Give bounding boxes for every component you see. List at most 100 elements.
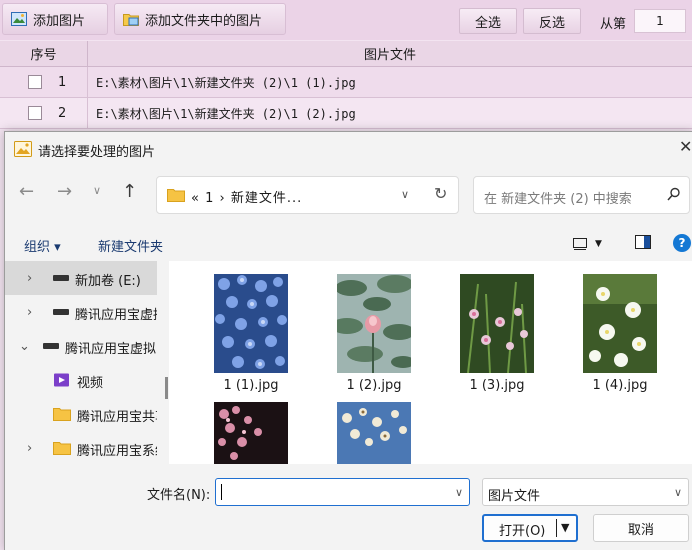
file-name[interactable]: 1 (1).jpg (211, 378, 291, 393)
chevron-down-icon[interactable]: ⌄ (19, 339, 30, 354)
image-thumbnail-lotus (337, 274, 411, 373)
folder-icon (53, 408, 71, 421)
table-header: 序号 图片文件 (0, 41, 692, 67)
close-icon[interactable]: ✕ (679, 137, 692, 156)
search-input[interactable]: 在 新建文件夹 (2) 中搜索 (484, 188, 632, 207)
nav-item-drive-e[interactable]: › 新加卷 (E:) (5, 261, 157, 295)
refresh-icon[interactable]: ↻ (434, 184, 447, 203)
file-item[interactable] (214, 274, 288, 373)
image-thumbnail-blue-flowers (214, 274, 288, 373)
image-thumbnail-pink-blossoms (214, 402, 288, 464)
file-list: 1 (1).jpg 1 (2).jpg 1 (3).jpg 1 (4).jpg (175, 261, 692, 464)
filename-input[interactable]: ∨ (215, 478, 470, 506)
open-button-label: 打开(O) (499, 524, 546, 539)
nav-item-tencent-system[interactable]: › 腾讯应用宝系统 (5, 431, 157, 465)
video-library-icon (54, 373, 69, 387)
address-breadcrumb[interactable]: « 1 › 新建文件... (191, 187, 302, 206)
image-thumbnail-white-flowers (583, 274, 657, 373)
dialog-titlebar[interactable]: 请选择要处理的图片 ✕ (5, 132, 692, 165)
file-name[interactable]: 1 (2).jpg (334, 378, 414, 393)
search-icon[interactable] (667, 187, 681, 203)
new-folder-button[interactable]: 新建文件夹 (98, 236, 163, 255)
table-row[interactable]: 2 E:\素材\图片\1\新建文件夹 (2)\1 (2).jpg (0, 98, 692, 129)
chevron-down-icon[interactable]: ∨ (401, 188, 409, 201)
app-toolbar: 添加图片 添加文件夹中的图片 全选 反选 从第 1 (0, 0, 692, 40)
row-number: 1 (58, 74, 67, 90)
add-images-button[interactable]: 添加图片 (2, 3, 108, 35)
chevron-right-icon[interactable]: › (27, 305, 32, 320)
file-type-value: 图片文件 (488, 489, 541, 504)
column-header-no[interactable]: 序号 (0, 41, 88, 66)
drive-icon (53, 309, 69, 315)
add-folder-images-label: 添加文件夹中的图片 (145, 13, 263, 29)
folder-icon (167, 189, 185, 202)
organize-menu[interactable]: 组织 ▾ (24, 236, 61, 255)
chevron-right-icon[interactable]: › (27, 441, 32, 456)
address-bar[interactable]: « 1 › 新建文件... ∨ ↻ (156, 176, 459, 214)
select-all-button[interactable]: 全选 (459, 8, 517, 34)
row-file-path: E:\素材\图片\1\新建文件夹 (2)\1 (1).jpg (96, 75, 356, 90)
file-type-select[interactable]: 图片文件 ∨ (482, 478, 689, 506)
file-item[interactable] (337, 402, 411, 464)
text-caret (221, 484, 222, 500)
row-number: 2 (58, 105, 67, 121)
nav-item-label: 腾讯应用宝共享 (77, 410, 157, 425)
cancel-button[interactable]: 取消 (593, 514, 689, 542)
command-bar: 组织 ▾ 新建文件夹 ▼ ? (5, 225, 692, 261)
chevron-down-icon[interactable]: ∨ (674, 486, 682, 499)
table-row[interactable]: 1 E:\素材\图片\1\新建文件夹 (2)\1 (1).jpg (0, 67, 692, 98)
image-thumbnail-white-blossoms (337, 402, 411, 464)
file-item[interactable] (214, 402, 288, 464)
from-number-input[interactable]: 1 (634, 9, 686, 33)
chevron-down-icon[interactable]: ∨ (455, 486, 463, 499)
filename-label: 文件名(N): (147, 488, 211, 503)
file-item[interactable] (583, 274, 657, 373)
dialog-bottom-bar: 文件名(N): ∨ 图片文件 ∨ 打开(O) ▼ 取消 (5, 464, 692, 550)
image-table: 序号 图片文件 1 E:\素材\图片\1\新建文件夹 (2)\1 (1).jpg… (0, 41, 692, 129)
nav-item-tencent-virtual-2[interactable]: ⌄ 腾讯应用宝虚拟 (5, 329, 157, 363)
navigation-pane-scrollbar[interactable] (165, 377, 168, 399)
navigation-bar: ← → ∨ ↑ « 1 › 新建文件... ∨ ↻ 在 新建文件夹 (2) 中搜… (5, 165, 692, 225)
open-dropdown-icon[interactable]: ▼ (561, 521, 569, 534)
nav-item-tencent-shared[interactable]: 腾讯应用宝共享 (5, 397, 157, 431)
image-thumbnail-green-flowers (460, 274, 534, 373)
file-item[interactable] (460, 274, 534, 373)
nav-item-label: 腾讯应用宝系统 (77, 444, 157, 459)
help-icon[interactable]: ? (673, 234, 691, 252)
nav-item-label: 腾讯应用宝虚拟 (65, 342, 157, 357)
dialog-title: 请选择要处理的图片 (38, 145, 156, 160)
row-checkbox[interactable] (28, 106, 42, 120)
nav-item-label: 新加卷 (E:) (75, 274, 141, 289)
search-box[interactable]: 在 新建文件夹 (2) 中搜索 (473, 176, 690, 214)
file-open-dialog: 请选择要处理的图片 ✕ ← → ∨ ↑ « 1 › 新建文件... ∨ ↻ 在 … (4, 131, 692, 550)
view-dropdown-icon: ▼ (595, 239, 602, 249)
recent-locations-chevron-icon[interactable]: ∨ (93, 184, 101, 197)
add-folder-images-button[interactable]: 添加文件夹中的图片 (114, 3, 286, 35)
drive-icon (43, 343, 59, 349)
back-arrow-icon[interactable]: ← (19, 181, 34, 202)
forward-arrow-icon[interactable]: → (57, 181, 72, 202)
column-header-file[interactable]: 图片文件 (88, 41, 692, 66)
split-divider (556, 519, 557, 537)
file-item[interactable] (337, 274, 411, 373)
folder-icon (53, 442, 71, 455)
open-button[interactable]: 打开(O) ▼ (482, 514, 578, 542)
file-name[interactable]: 1 (4).jpg (580, 378, 660, 393)
image-icon (14, 141, 32, 157)
preview-pane-icon[interactable] (635, 235, 651, 249)
invert-selection-button[interactable]: 反选 (523, 8, 581, 34)
row-checkbox[interactable] (28, 75, 42, 89)
row-number-cell: 1 (0, 67, 88, 97)
nav-item-tencent-virtual-1[interactable]: › 腾讯应用宝虚拟 (5, 295, 157, 329)
navigation-pane: › 新加卷 (E:) › 腾讯应用宝虚拟 ⌄ 腾讯应用宝虚拟 视频 腾讯应用宝共… (5, 261, 169, 464)
add-image-icon (11, 12, 27, 26)
nav-item-label: 腾讯应用宝虚拟 (75, 308, 157, 323)
add-images-label: 添加图片 (33, 13, 86, 29)
up-arrow-icon[interactable]: ↑ (122, 181, 137, 202)
chevron-right-icon[interactable]: › (27, 271, 32, 286)
view-options-button[interactable]: ▼ (573, 234, 611, 254)
row-number-cell: 2 (0, 98, 88, 128)
nav-item-videos[interactable]: 视频 (5, 363, 157, 397)
table-body: 1 E:\素材\图片\1\新建文件夹 (2)\1 (1).jpg 2 E:\素材… (0, 67, 692, 129)
file-name[interactable]: 1 (3).jpg (457, 378, 537, 393)
